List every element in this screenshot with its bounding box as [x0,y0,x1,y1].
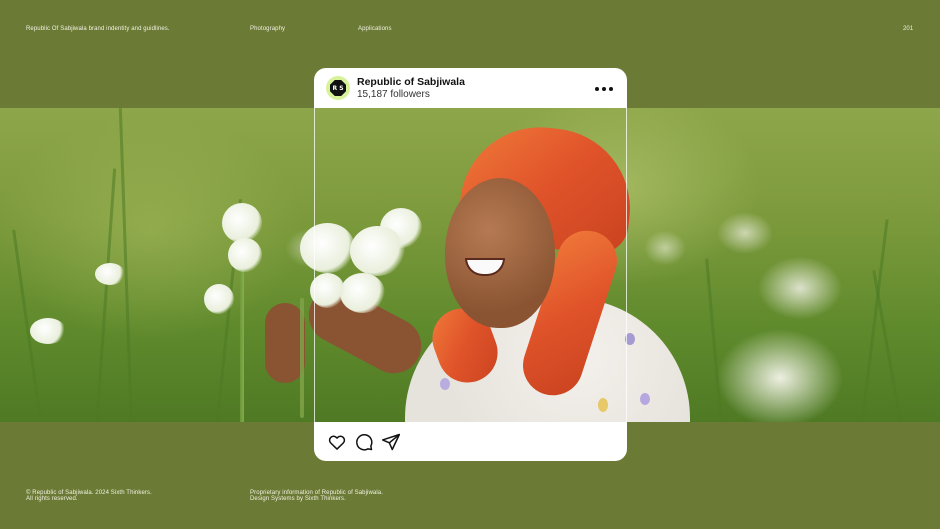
subsection-label: Applications [358,26,392,32]
post-image-frame [314,108,627,422]
account-name[interactable]: Republic of Sabjiwala [357,76,465,88]
post-header: R S Republic of Sabjiwala 15,187 followe… [314,68,627,108]
heart-icon[interactable] [327,432,347,452]
brand-note: Republic Of Sabjiwala brand indentity an… [26,26,170,32]
more-dots-icon[interactable] [595,87,613,91]
rs-logo-icon[interactable]: R S [326,76,350,100]
follower-count: 15,187 followers [357,89,430,100]
page-number: 201 [903,26,914,32]
section-label: Photography [250,26,286,32]
proprietary-line-2: Design Systems by Sixth Thinkers. [250,496,346,502]
share-icon[interactable] [381,432,401,452]
copyright-line-2: All rights reserved. [26,496,78,502]
post-actions-bar [314,422,627,461]
comment-icon[interactable] [354,432,374,452]
